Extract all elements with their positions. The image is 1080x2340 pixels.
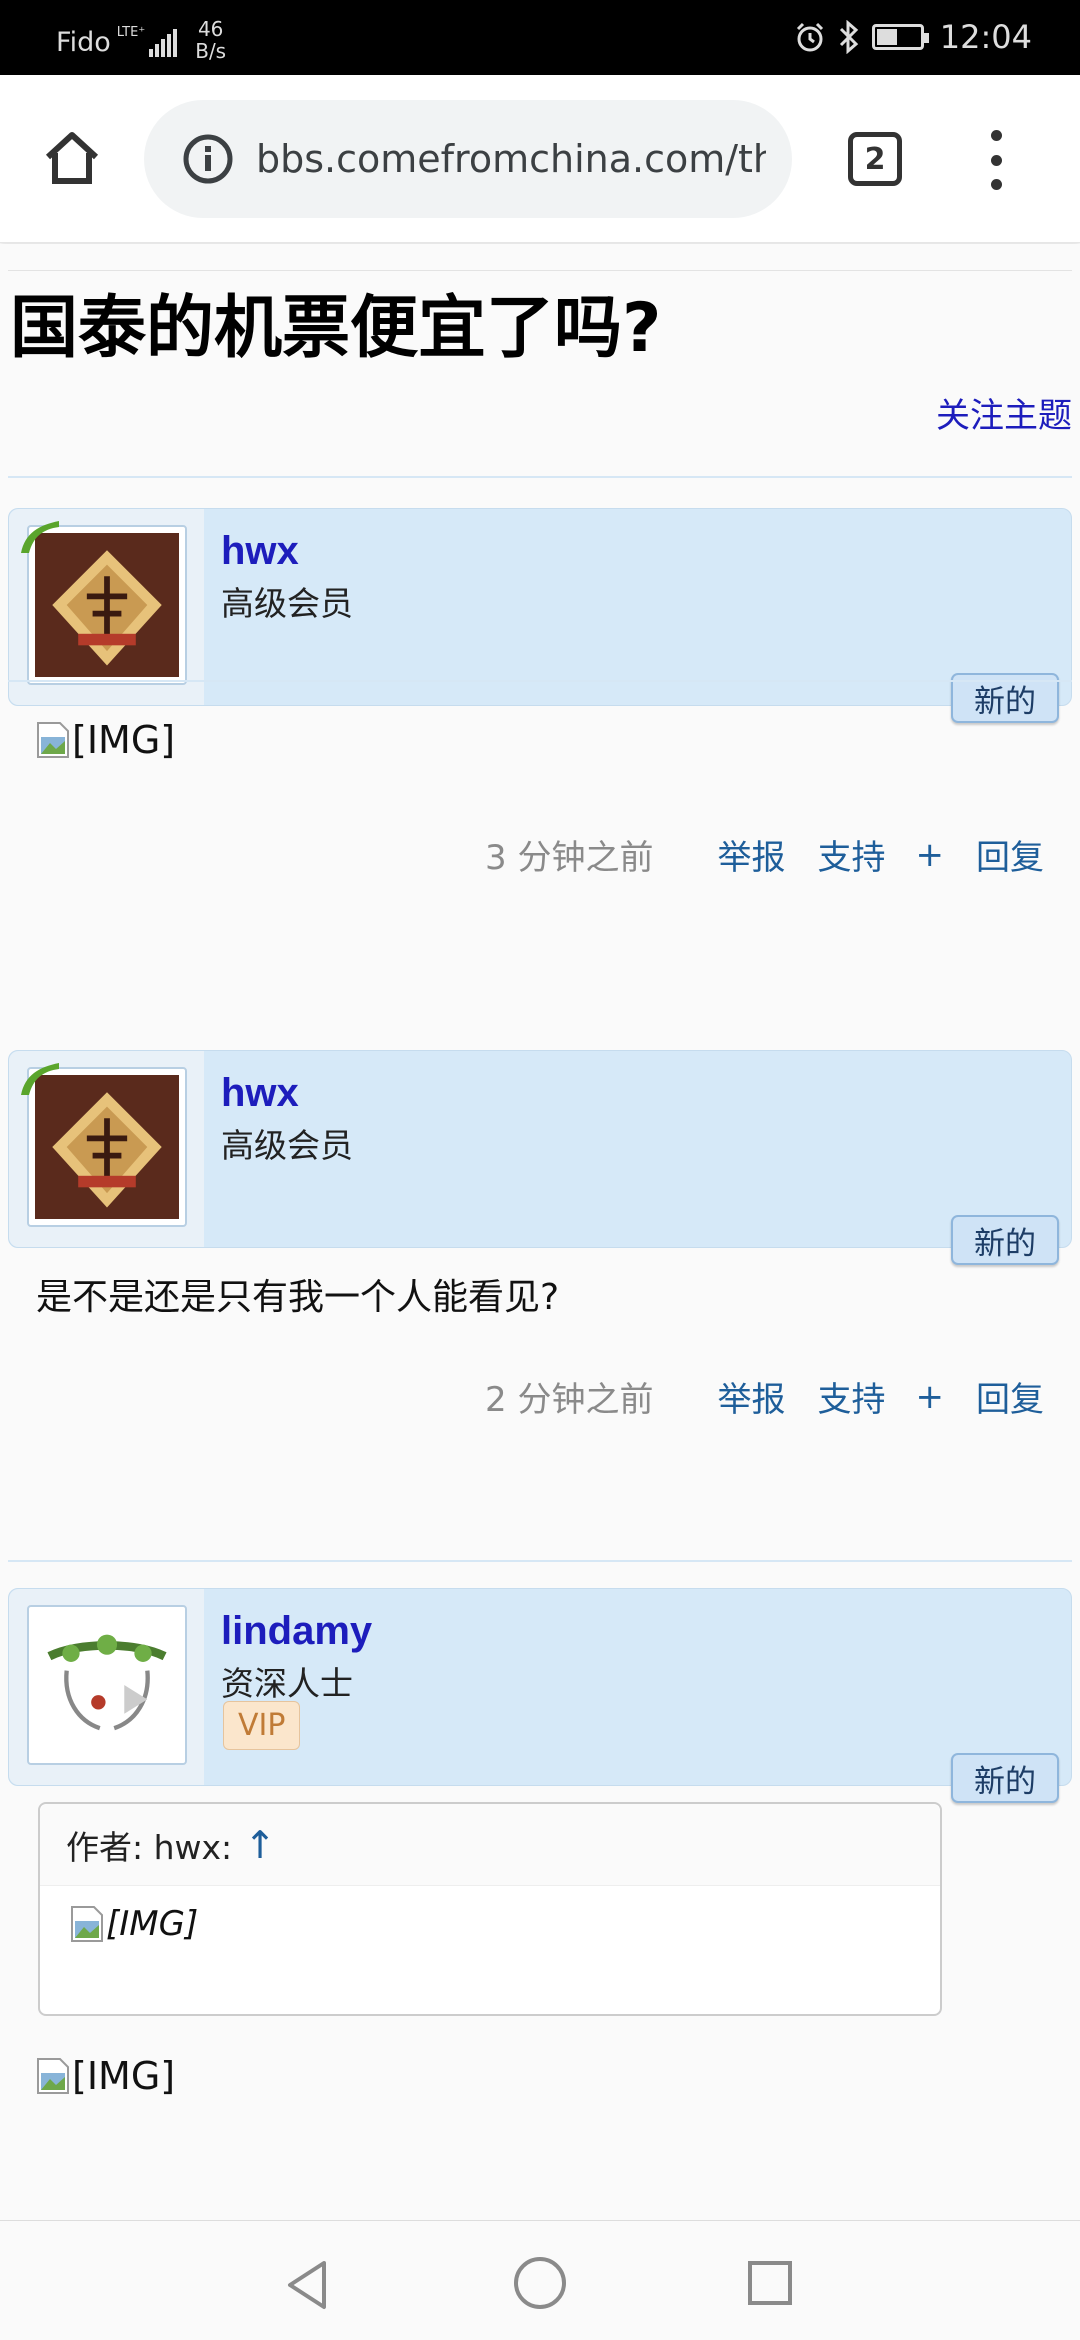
image-alt-text: [IMG] [72,718,176,762]
quote-plus-link[interactable]: + [916,1377,945,1417]
signal-icon [149,27,179,57]
post-body: [IMG] [8,2054,203,2104]
broken-image-icon [71,1906,103,1942]
quote-author: 作者: hwx: [66,1827,233,1867]
page-content: 国泰的机票便宜了吗? 关注主题 hwx 高级会员 新的 [IMG] 3 分钟之前… [0,244,1080,2220]
report-link[interactable]: 举报 [718,830,786,879]
post-header: hwx 高级会员 新的 [8,508,1072,723]
broken-image[interactable]: [IMG] [70,1904,198,1944]
avatar-container [9,1589,204,1785]
new-badge[interactable]: 新的 [951,1753,1059,1803]
broken-image[interactable]: [IMG] [36,718,175,762]
bluetooth-icon [839,20,858,54]
carrier-name: Fido [56,26,111,58]
broken-image-icon [37,2058,69,2094]
recents-icon[interactable] [746,2259,794,2307]
quote-header: 作者: hwx: ↑ [40,1804,940,1886]
divider [8,1560,1072,1562]
home-circle-icon[interactable] [512,2255,568,2311]
post-body: 是不是还是只有我一个人能看见? [8,1248,1072,1320]
network-type: LTE⁺ [116,24,146,40]
username[interactable]: hwx [221,529,299,574]
post-2: hwx 高级会员 新的 是不是还是只有我一个人能看见? 2 分钟之前 举报 支持… [8,1050,1072,1420]
reply-link[interactable]: 回复 [976,1372,1044,1421]
thread-title: 国泰的机票便宜了吗? [10,289,662,368]
post-actions: 2 分钟之前 举报 支持 + 回复 [485,1372,1044,1421]
broken-image-icon [37,722,69,758]
like-link[interactable]: 支持 [818,830,886,879]
reply-link[interactable]: 回复 [976,830,1044,879]
avatar-image [35,1075,179,1219]
post-3: lindamy 资深人士 VIP 新的 作者: hwx: ↑ [IMG] [IM… [8,1588,1072,2098]
avatar[interactable] [27,1605,187,1765]
battery-icon [871,24,929,50]
broken-image[interactable]: [IMG] [36,2054,175,2098]
url-text[interactable]: bbs.comefromchina.com/th [256,137,766,181]
online-indicator-icon [21,521,59,553]
status-right: 12:04 [794,18,1032,56]
status-left: Fido LTE⁺ 46 B/s [56,18,226,64]
home-icon[interactable] [40,125,104,189]
vip-badge: VIP [223,1701,301,1750]
alarm-icon [796,22,823,52]
user-title: 高级会员 [221,584,353,623]
tab-switcher-button[interactable]: 2 [848,132,902,186]
divider [8,680,1072,682]
post-1: hwx 高级会员 新的 [IMG] 3 分钟之前 举报 支持 + 回复 [8,508,1072,878]
more-vert-icon[interactable] [986,130,1006,190]
speed-unit: B/s [195,39,227,63]
username[interactable]: hwx [221,1071,299,1116]
like-link[interactable]: 支持 [818,1372,886,1421]
post-text: 是不是还是只有我一个人能看见? [36,1277,560,1318]
user-title: 高级会员 [221,1126,353,1165]
title-divider [8,270,1072,271]
address-bar[interactable]: bbs.comefromchina.com/th [144,100,792,218]
avatar-image [35,533,179,677]
user-title: 资深人士 [221,1664,353,1703]
post-time[interactable]: 2 分钟之前 [485,1372,653,1421]
info-icon[interactable] [182,133,234,185]
browser-toolbar: bbs.comefromchina.com/th 2 [0,75,1080,243]
quote-body: [IMG] [40,1886,940,1965]
divider [8,476,1072,478]
system-nav-bar [0,2220,1080,2340]
back-icon[interactable] [284,2259,332,2311]
post-actions: 3 分钟之前 举报 支持 + 回复 [485,830,1044,879]
avatar-image [35,1613,179,1757]
avatar-container [9,1051,204,1247]
status-bar: Fido LTE⁺ 46 B/s 12:04 [0,0,1080,75]
post-header: hwx 高级会员 新的 [8,1050,1072,1265]
quote-jump-arrow-icon[interactable]: ↑ [244,1823,276,1867]
image-alt-text: [IMG] [106,1904,199,1944]
network-speed: 46 B/s [195,18,226,62]
clock: 12:04 [939,18,1032,56]
follow-thread-link[interactable]: 关注主题 [936,388,1072,437]
report-link[interactable]: 举报 [718,1372,786,1421]
image-alt-text: [IMG] [72,2054,176,2098]
post-time[interactable]: 3 分钟之前 [485,830,653,879]
battery-level [876,29,897,45]
online-indicator-icon [21,1063,59,1095]
post-body: [IMG] [8,706,1072,768]
post-header: lindamy 资深人士 VIP 新的 [8,1588,1072,1803]
quote-block: 作者: hwx: ↑ [IMG] [38,1802,942,2016]
speed-value: 46 [197,17,224,41]
username[interactable]: lindamy [221,1609,372,1654]
avatar-container [9,509,204,705]
quote-plus-link[interactable]: + [916,835,945,875]
